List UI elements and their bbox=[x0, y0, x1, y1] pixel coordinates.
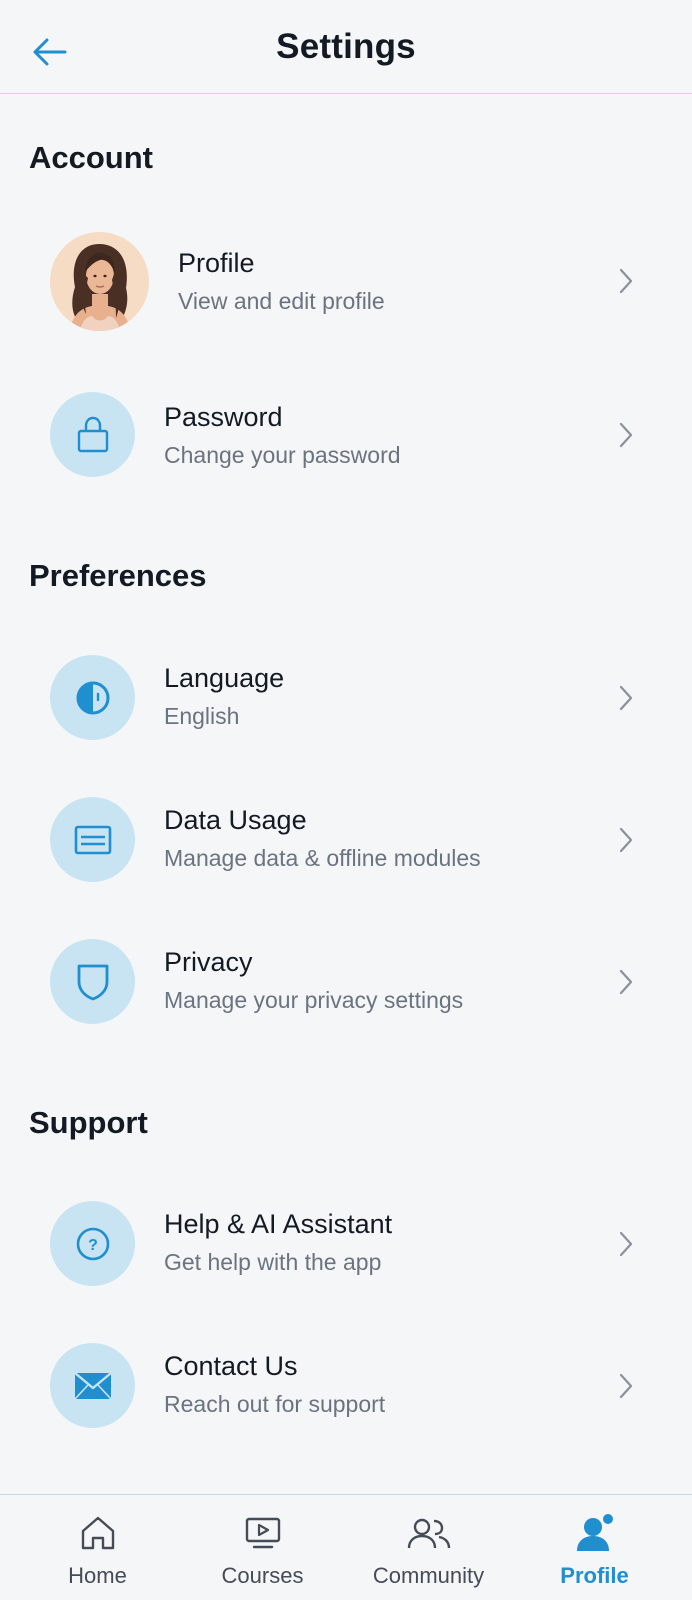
section-title-preferences: Preferences bbox=[29, 558, 207, 593]
privacy-title: Privacy bbox=[164, 947, 253, 977]
nav-courses-label: Courses bbox=[221, 1563, 304, 1588]
profile-subtitle: View and edit profile bbox=[178, 288, 385, 314]
profile-title: Profile bbox=[178, 248, 255, 278]
storage-icon bbox=[74, 825, 111, 854]
home-icon bbox=[76, 1513, 120, 1553]
avatar bbox=[50, 232, 149, 331]
arrow-left-icon bbox=[33, 38, 67, 66]
bottom-nav: Home Courses Community Profile bbox=[0, 1494, 692, 1600]
nav-profile[interactable]: Profile bbox=[508, 1495, 681, 1600]
contact-title: Contact Us bbox=[164, 1351, 298, 1381]
chevron-right-icon bbox=[614, 1229, 638, 1259]
help-subtitle: Get help with the app bbox=[164, 1249, 382, 1275]
settings-screen: Settings Account Profile View and edit p… bbox=[0, 0, 692, 1600]
privacy-subtitle: Manage your privacy settings bbox=[164, 987, 464, 1013]
chevron-right-icon bbox=[614, 420, 638, 450]
section-title-support: Support bbox=[29, 1105, 148, 1140]
lock-icon bbox=[77, 416, 108, 452]
chevron-right-icon bbox=[614, 825, 638, 855]
contact-subtitle: Reach out for support bbox=[164, 1391, 386, 1417]
header: Settings bbox=[0, 0, 692, 94]
nav-community-label: Community bbox=[372, 1563, 485, 1588]
password-subtitle: Change your password bbox=[164, 442, 401, 468]
nav-profile-label: Profile bbox=[560, 1563, 629, 1588]
settings-item-privacy[interactable]: Privacy Manage your privacy settings bbox=[0, 927, 692, 1037]
nav-courses[interactable]: Courses bbox=[176, 1495, 349, 1600]
mail-icon bbox=[73, 1371, 112, 1400]
page-title: Settings bbox=[276, 26, 416, 66]
settings-item-help[interactable]: ? Help & AI Assistant Get help with the … bbox=[0, 1189, 692, 1299]
play-screen-icon bbox=[241, 1513, 285, 1553]
help-icon-badge: ? bbox=[50, 1201, 135, 1286]
chevron-right-icon bbox=[614, 683, 638, 713]
settings-item-password[interactable]: Password Change your password bbox=[0, 380, 692, 490]
privacy-icon-badge bbox=[50, 939, 135, 1024]
users-icon bbox=[407, 1513, 451, 1553]
settings-item-profile[interactable]: Profile View and edit profile bbox=[0, 230, 692, 340]
back-button[interactable] bbox=[26, 29, 72, 75]
contrast-icon bbox=[76, 681, 109, 714]
chevron-right-icon bbox=[614, 1371, 638, 1401]
settings-item-language[interactable]: Language English bbox=[0, 643, 692, 753]
language-title: Language bbox=[164, 663, 285, 693]
shield-icon bbox=[77, 964, 108, 1000]
data-usage-subtitle: Manage data & offline modules bbox=[164, 845, 481, 871]
data-usage-icon-badge bbox=[50, 797, 135, 882]
data-usage-title: Data Usage bbox=[164, 805, 307, 835]
help-title: Help & AI Assistant bbox=[164, 1209, 393, 1239]
svg-text:?: ? bbox=[88, 1237, 98, 1254]
password-icon-badge bbox=[50, 392, 135, 477]
chevron-right-icon bbox=[614, 266, 638, 296]
settings-item-data-usage[interactable]: Data Usage Manage data & offline modules bbox=[0, 785, 692, 895]
language-subtitle: English bbox=[164, 703, 240, 729]
password-title: Password bbox=[164, 402, 283, 432]
help-circle-icon: ? bbox=[76, 1227, 109, 1260]
section-title-account: Account bbox=[29, 140, 153, 175]
nav-home-label: Home bbox=[68, 1563, 127, 1588]
settings-item-contact[interactable]: Contact Us Reach out for support bbox=[0, 1331, 692, 1441]
person-icon bbox=[573, 1513, 617, 1553]
contact-icon-badge bbox=[50, 1343, 135, 1428]
chevron-right-icon bbox=[614, 967, 638, 997]
nav-home[interactable]: Home bbox=[11, 1495, 184, 1600]
nav-community[interactable]: Community bbox=[342, 1495, 515, 1600]
language-icon-badge bbox=[50, 655, 135, 740]
